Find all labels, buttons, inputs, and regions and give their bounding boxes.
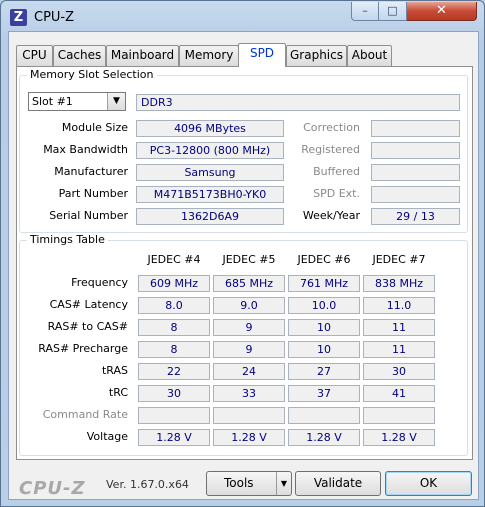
field-label: Max Bandwidth — [43, 143, 128, 156]
timing-cell: 22 — [138, 363, 210, 380]
field-label: Correction — [303, 121, 360, 134]
tab-caches[interactable]: Caches — [53, 45, 106, 66]
buffered-value — [371, 164, 460, 181]
spd-ext-value — [371, 186, 460, 203]
timing-cell: 761 MHz — [288, 275, 360, 292]
timing-cell: 30 — [363, 363, 435, 380]
cpuz-window: Z CPU-Z – □ ✕ CPU Caches Mainboard Memor… — [0, 0, 485, 507]
timing-cell: 11 — [363, 341, 435, 358]
group-title: Timings Table — [27, 233, 108, 246]
timing-row-label: Voltage — [86, 430, 128, 443]
chevron-down-icon[interactable]: ▼ — [107, 93, 125, 110]
timings-group: Timings Table JEDEC #4 JEDEC #5 JEDEC #6… — [19, 233, 468, 456]
timing-row-label: CAS# Latency — [49, 298, 128, 311]
column-header: JEDEC #6 — [297, 253, 351, 266]
field-label: Week/Year — [302, 209, 360, 222]
slot-select[interactable]: Slot #1 ▼ — [28, 92, 126, 111]
timing-row-label: Frequency — [71, 276, 128, 289]
field-label: Module Size — [61, 121, 128, 134]
field-label: Part Number — [58, 187, 128, 200]
timing-row-label: tRC — [108, 386, 128, 399]
tab-about[interactable]: About — [347, 45, 392, 66]
validate-button[interactable]: Validate — [295, 471, 381, 496]
close-button[interactable]: ✕ — [407, 2, 477, 21]
timing-cell: 11 — [363, 319, 435, 336]
window-title: CPU-Z — [34, 10, 75, 25]
timing-cell: 11.0 — [363, 297, 435, 314]
timing-cell: 10.0 — [288, 297, 360, 314]
tools-label: Tools — [224, 476, 254, 490]
tab-memory[interactable]: Memory — [179, 45, 239, 66]
timing-cell: 1.28 V — [138, 429, 210, 446]
timing-cell: 1.28 V — [288, 429, 360, 446]
timing-cell: 9.0 — [213, 297, 285, 314]
timing-cell — [138, 407, 210, 424]
timing-cell: 609 MHz — [138, 275, 210, 292]
timing-cell: 8.0 — [138, 297, 210, 314]
memory-type-field: DDR3 — [136, 94, 460, 111]
registered-value — [371, 142, 460, 159]
field-label: Registered — [301, 143, 360, 156]
timing-cell: 27 — [288, 363, 360, 380]
timing-cell: 685 MHz — [213, 275, 285, 292]
version-label: Ver. 1.67.0.x64 — [106, 478, 189, 491]
field-label: SPD Ext. — [313, 187, 360, 200]
column-header: JEDEC #5 — [222, 253, 276, 266]
tab-mainboard[interactable]: Mainboard — [106, 45, 179, 66]
timing-cell — [363, 407, 435, 424]
column-header: JEDEC #4 — [147, 253, 201, 266]
timing-cell — [213, 407, 285, 424]
memory-slot-group: Memory Slot Selection Slot #1 ▼ DDR3 Mod… — [19, 68, 468, 233]
field-label: Manufacturer — [54, 165, 128, 178]
tab-graphics[interactable]: Graphics — [286, 45, 347, 66]
cpuz-app-icon: Z — [10, 9, 27, 26]
cpuz-logo: CPU-Z — [19, 478, 86, 499]
part-number-value: M471B5173BH0-YK0 — [136, 186, 284, 203]
timing-cell: 37 — [288, 385, 360, 402]
module-size-value: 4096 MBytes — [136, 120, 284, 137]
serial-number-value: 1362D6A9 — [136, 208, 284, 225]
maximize-button[interactable]: □ — [379, 2, 407, 21]
title-bar[interactable]: Z CPU-Z – □ ✕ — [1, 1, 484, 31]
correction-value — [371, 120, 460, 137]
timing-cell: 9 — [213, 341, 285, 358]
timing-cell: 8 — [138, 341, 210, 358]
timing-cell: 838 MHz — [363, 275, 435, 292]
field-label: Serial Number — [49, 209, 128, 222]
timing-cell: 33 — [213, 385, 285, 402]
timing-cell: 10 — [288, 341, 360, 358]
tab-cpu[interactable]: CPU — [16, 45, 53, 66]
timing-cell: 9 — [213, 319, 285, 336]
max-bandwidth-value: PC3-12800 (800 MHz) — [136, 142, 284, 159]
timing-cell: 10 — [288, 319, 360, 336]
timing-cell: 41 — [363, 385, 435, 402]
tools-button[interactable]: Tools ▼ — [206, 471, 292, 496]
column-header: JEDEC #7 — [372, 253, 426, 266]
ok-button[interactable]: OK — [385, 471, 472, 496]
manufacturer-value: Samsung — [136, 164, 284, 181]
field-label: Buffered — [313, 165, 360, 178]
timing-row-label: RAS# Precharge — [38, 342, 128, 355]
group-title: Memory Slot Selection — [27, 68, 157, 81]
tab-spd[interactable]: SPD — [238, 43, 286, 67]
timing-cell — [288, 407, 360, 424]
timing-row-label: tRAS — [101, 364, 128, 377]
timing-cell: 8 — [138, 319, 210, 336]
timing-cell: 1.28 V — [213, 429, 285, 446]
week-year-value: 29 / 13 — [371, 208, 460, 225]
timing-row-label: Command Rate — [42, 408, 128, 421]
spd-panel: Memory Slot Selection Slot #1 ▼ DDR3 Mod… — [16, 66, 473, 460]
timing-cell: 30 — [138, 385, 210, 402]
timing-cell: 24 — [213, 363, 285, 380]
minimize-button[interactable]: – — [351, 2, 379, 21]
timing-row-label: RAS# to CAS# — [47, 320, 128, 333]
chevron-down-icon[interactable]: ▼ — [276, 472, 291, 495]
client-area: CPU Caches Mainboard Memory SPD Graphics… — [8, 31, 479, 500]
timing-cell: 1.28 V — [363, 429, 435, 446]
slot-select-value: Slot #1 — [32, 95, 73, 108]
